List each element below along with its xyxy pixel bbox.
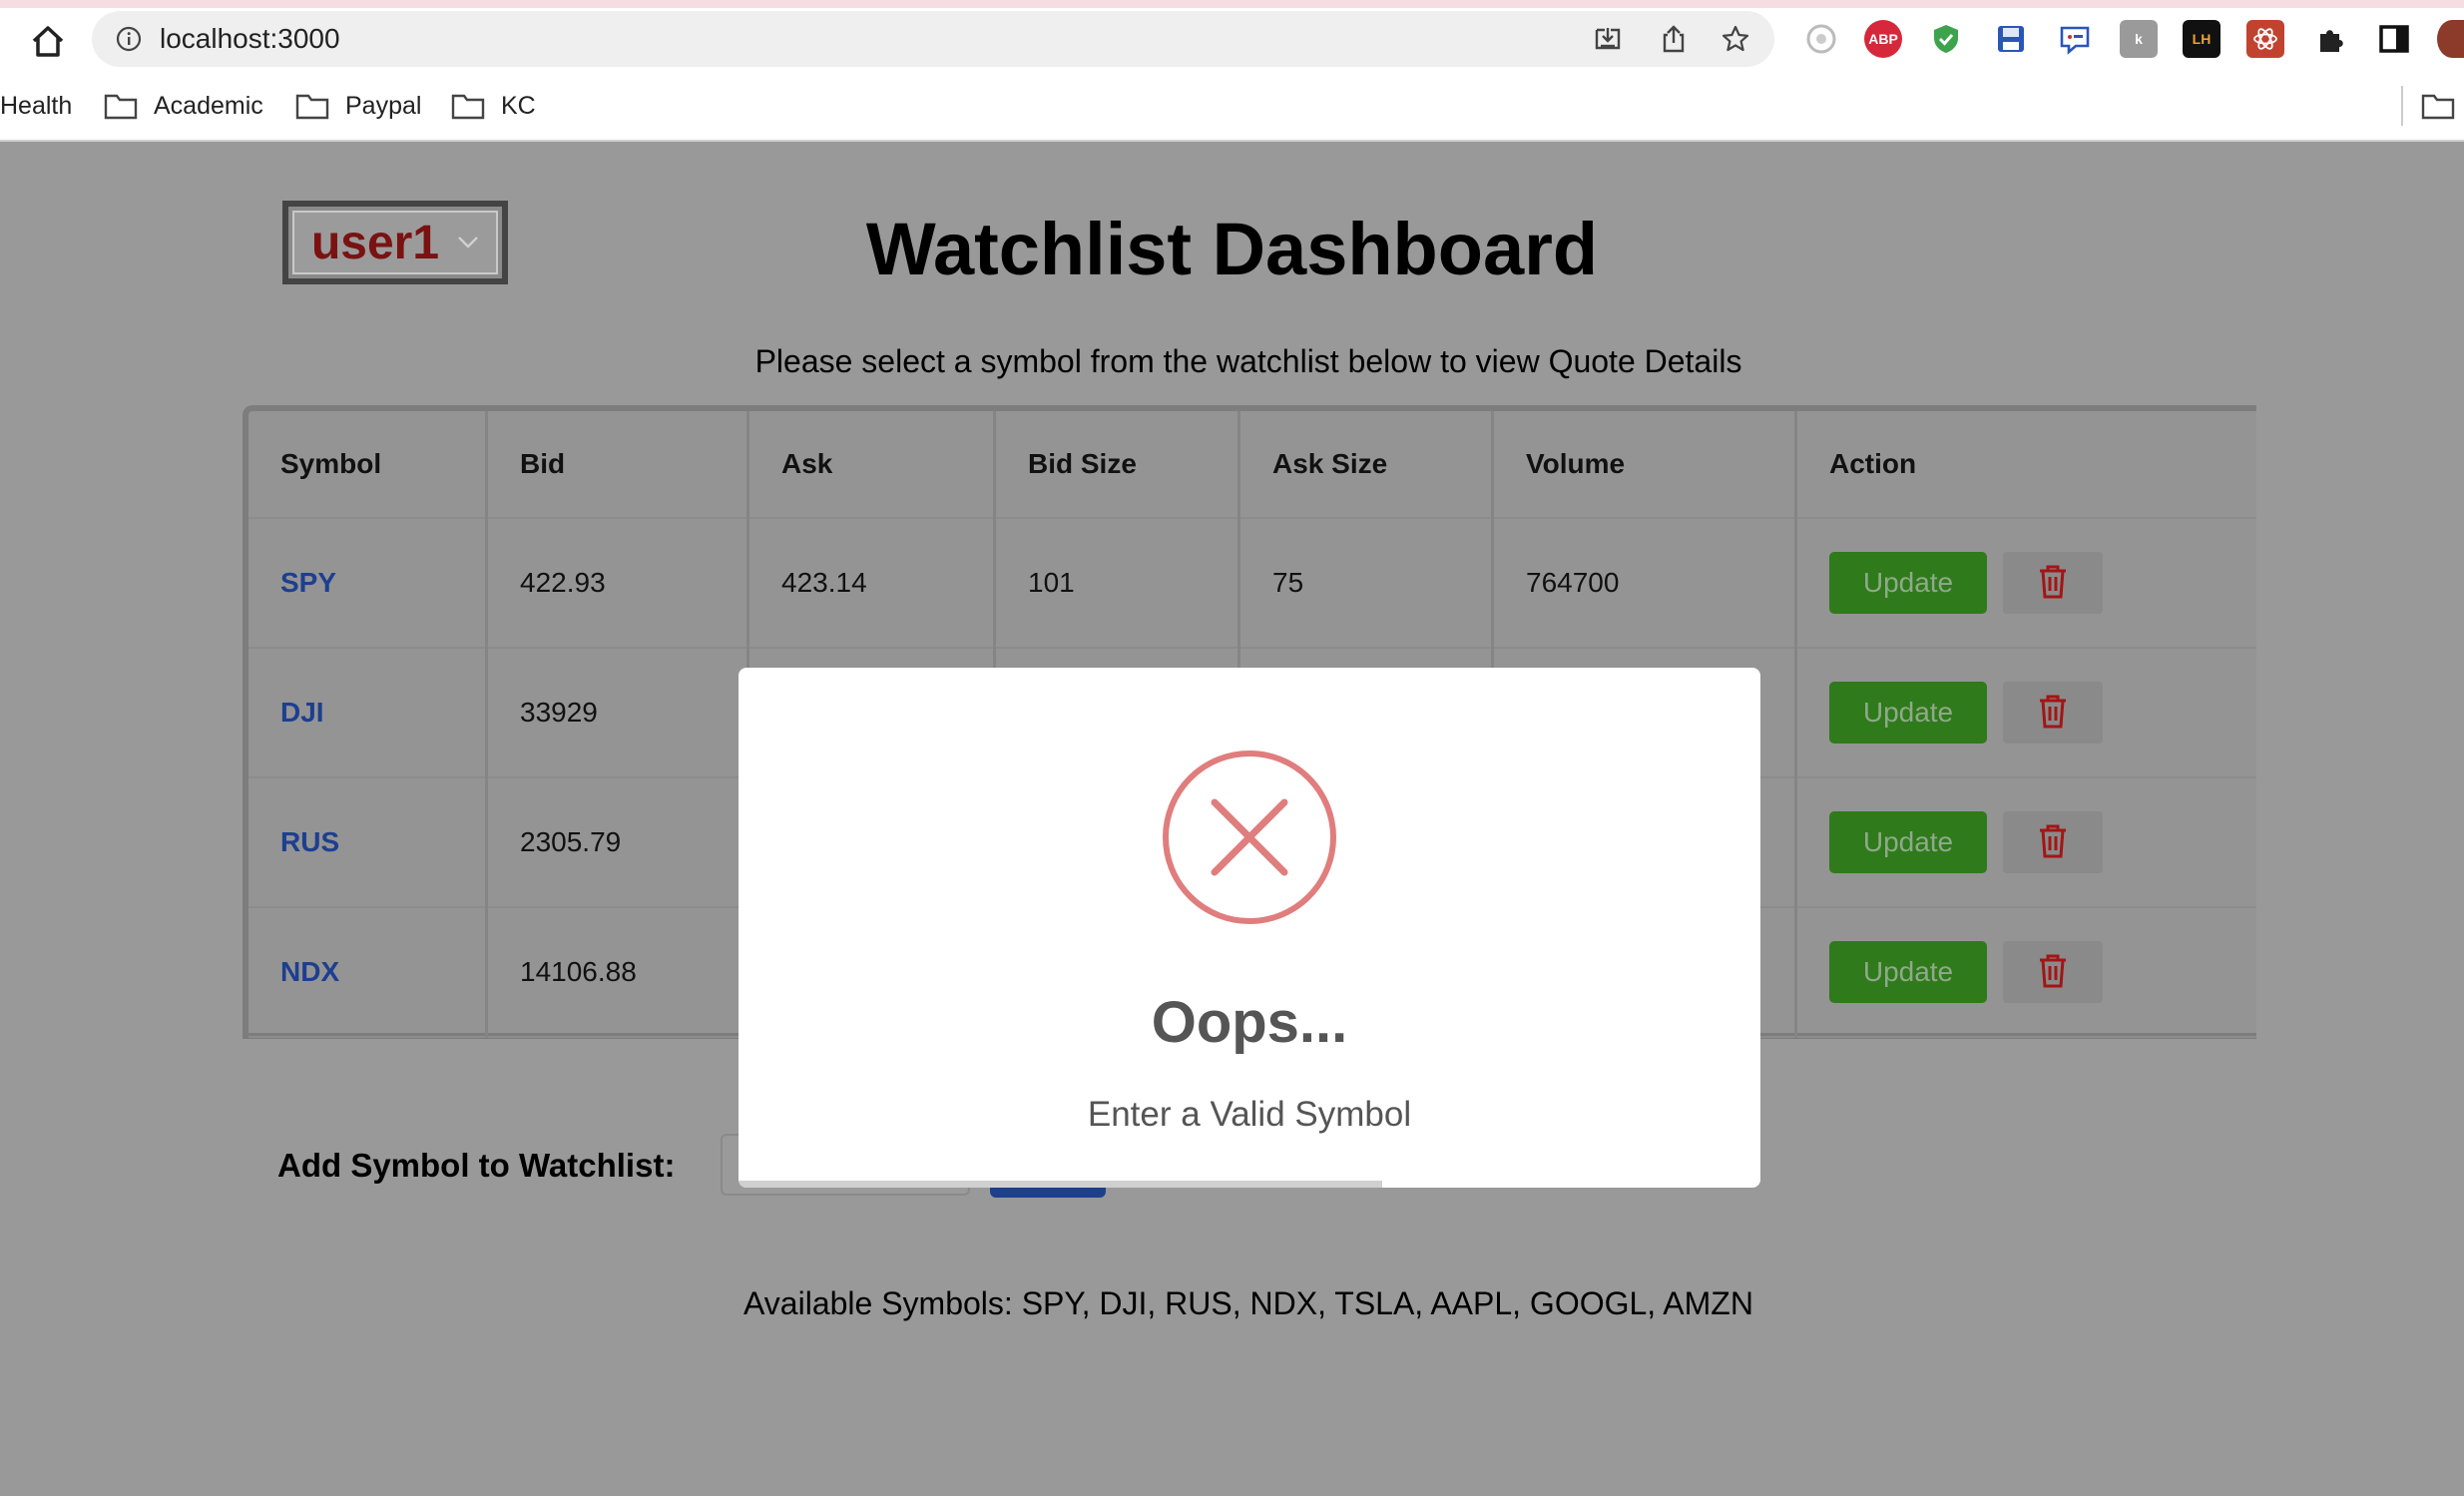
- column-header-volume: Volume: [1492, 411, 1797, 519]
- column-header-ask-size: Ask Size: [1238, 411, 1494, 519]
- update-button[interactable]: Update: [1829, 941, 1987, 1003]
- bid-cell: 14106.88: [486, 907, 749, 1038]
- profile-avatar[interactable]: [2437, 20, 2464, 58]
- error-modal: Oops... Enter a Valid Symbol: [739, 668, 1760, 1188]
- column-header-bid: Bid: [486, 411, 749, 519]
- site-info-icon[interactable]: [116, 26, 142, 52]
- trash-icon: [2040, 824, 2066, 858]
- bookmark-academic[interactable]: Academic: [104, 86, 263, 126]
- share-icon[interactable]: [1659, 24, 1689, 54]
- react-devtools-icon[interactable]: [2246, 20, 2284, 58]
- delete-button[interactable]: [2003, 941, 2103, 1003]
- trash-icon: [2040, 695, 2066, 729]
- update-button[interactable]: Update: [1829, 552, 1987, 614]
- action-cell: Update: [1795, 648, 2256, 778]
- bookmark-health[interactable]: Health: [0, 86, 72, 126]
- modal-title: Oops...: [1151, 990, 1348, 1055]
- symbol-link[interactable]: DJI: [248, 648, 488, 778]
- bid-cell: 33929: [486, 648, 749, 778]
- column-header-bid-size: Bid Size: [994, 411, 1240, 519]
- modal-message: Enter a Valid Symbol: [1087, 1095, 1412, 1134]
- symbol-link[interactable]: RUS: [248, 777, 488, 908]
- install-app-icon[interactable]: [1593, 24, 1623, 54]
- lighthouse-icon[interactable]: LH: [2183, 20, 2220, 58]
- other-bookmarks[interactable]: [2401, 86, 2464, 126]
- delete-button[interactable]: [2003, 682, 2103, 744]
- bookmark-paypal[interactable]: Paypal: [295, 86, 421, 126]
- url-text[interactable]: localhost:3000: [160, 23, 340, 55]
- save-disk-icon[interactable]: [1992, 20, 2030, 58]
- symbol-link[interactable]: SPY: [248, 518, 488, 649]
- ask-size-cell: 75: [1238, 518, 1494, 649]
- bid-cell: 2305.79: [486, 777, 749, 908]
- bookmark-kc[interactable]: KC: [451, 86, 536, 126]
- error-x-icon: [1163, 750, 1336, 924]
- page-title: Watchlist Dashboard: [865, 208, 1599, 290]
- delete-button[interactable]: [2003, 552, 2103, 614]
- modal-timer-progress-bar: [739, 1181, 1383, 1188]
- k-extension-icon[interactable]: k: [2120, 20, 2158, 58]
- browser-chrome: localhost:3000 ABP k LH Health Academic …: [0, 0, 2464, 142]
- symbol-link[interactable]: NDX: [248, 907, 488, 1038]
- page-subtitle: Please select a symbol from the watchlis…: [754, 343, 1742, 379]
- bookmarks-bar: Health Academic Paypal KC: [0, 86, 2464, 126]
- folder-icon: [104, 94, 138, 120]
- volume-cell: 764700: [1492, 518, 1797, 649]
- column-header-symbol: Symbol: [248, 411, 488, 519]
- folder-icon: [295, 94, 329, 120]
- table-row[interactable]: SPY 422.93 423.14 101 75 764700 Update: [248, 518, 2256, 649]
- table-header-row: Symbol Bid Ask Bid Size Ask Size Volume …: [248, 411, 2256, 519]
- folder-icon: [451, 94, 485, 120]
- trash-icon: [2040, 954, 2066, 988]
- column-header-ask: Ask: [747, 411, 996, 519]
- feedback-icon[interactable]: [2056, 20, 2094, 58]
- shield-check-icon[interactable]: [1927, 20, 1965, 58]
- extension-circle-icon[interactable]: [1802, 20, 1840, 58]
- folder-icon: [2421, 94, 2455, 120]
- extensions-puzzle-icon[interactable]: [2312, 20, 2350, 58]
- side-panel-icon[interactable]: [2375, 20, 2413, 58]
- action-cell: Update: [1795, 777, 2256, 908]
- tab-strip-edge: [0, 0, 2464, 8]
- bid-size-cell: 101: [994, 518, 1240, 649]
- delete-button[interactable]: [2003, 811, 2103, 873]
- action-cell: Update: [1795, 518, 2256, 649]
- trash-icon: [2040, 565, 2066, 599]
- bookmark-star-icon[interactable]: [1721, 24, 1750, 54]
- address-bar[interactable]: localhost:3000: [92, 11, 1774, 67]
- ask-cell: 423.14: [747, 518, 996, 649]
- available-symbols-text: Available Symbols: SPY, DJI, RUS, NDX, T…: [743, 1285, 1753, 1321]
- update-button[interactable]: Update: [1829, 682, 1987, 744]
- adblock-icon[interactable]: ABP: [1864, 20, 1902, 58]
- action-cell: Update: [1795, 907, 2256, 1038]
- add-symbol-label: Add Symbol to Watchlist:: [277, 1147, 676, 1184]
- column-header-action: Action: [1795, 411, 2256, 519]
- update-button[interactable]: Update: [1829, 811, 1987, 873]
- home-icon[interactable]: [28, 22, 68, 62]
- bid-cell: 422.93: [486, 518, 749, 649]
